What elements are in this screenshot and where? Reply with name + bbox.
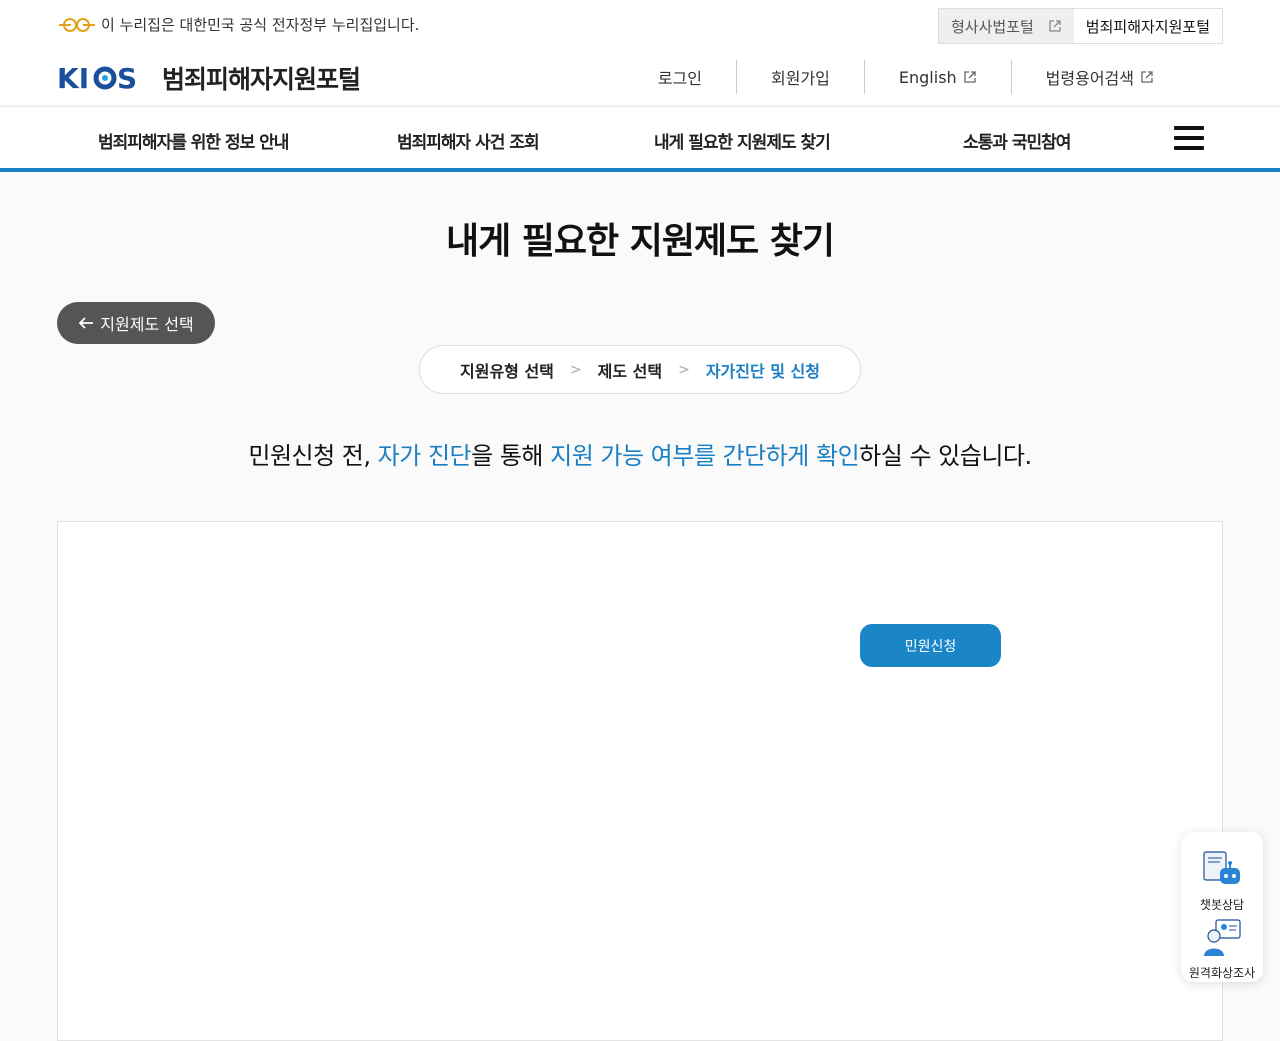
gov-notice: 이 누리집은 대한민국 공식 전자정부 누리집입니다. — [57, 14, 419, 35]
portal-links: 형사사법포털 범죄피해자지원포털 — [937, 8, 1223, 44]
english-link[interactable]: English — [863, 60, 1011, 94]
english-label: English — [898, 67, 957, 87]
back-to-support-select-button[interactable]: 지원제도 선택 — [57, 302, 215, 344]
lead-text: 민원신청 전, 자가 진단을 통해 지원 가능 여부를 간단하게 확인하실 수 … — [0, 436, 1280, 471]
login-link[interactable]: 로그인 — [624, 60, 736, 94]
site-logo[interactable]: KI S 범죄피해자지원포털 — [57, 60, 361, 96]
step-indicator: 지원유형 선택 > 제도 선택 > 자가진단 및 신청 — [419, 345, 861, 394]
gnb-item-case-lookup[interactable]: 범죄피해자 사건 조회 — [397, 128, 540, 153]
quick-item-video-inquiry[interactable]: 원격화상조사 — [1181, 914, 1263, 981]
legal-term-search-link[interactable]: 법령용어검색 — [1010, 60, 1188, 94]
apply-civil-petition-button[interactable]: 민원신청 — [860, 624, 1001, 667]
external-link-icon — [964, 71, 976, 83]
external-link-icon — [1049, 20, 1061, 32]
utility-menu: 로그인 회원가입 English 법령용어검색 — [624, 60, 1188, 94]
svg-text:S: S — [117, 62, 137, 94]
step-self-diagnosis[interactable]: 자가진단 및 신청 — [706, 358, 820, 382]
legal-term-search-label: 법령용어검색 — [1045, 69, 1134, 88]
gnb-item-victim-info[interactable]: 범죄피해자를 위한 정보 안내 — [98, 128, 289, 153]
back-button-label: 지원제도 선택 — [100, 315, 194, 334]
global-navigation: 범죄피해자를 위한 정보 안내 범죄피해자 사건 조회 내게 필요한 지원제도 … — [0, 108, 1280, 172]
chevron-right-icon: > — [569, 361, 582, 378]
self-diagnosis-panel — [57, 521, 1223, 1041]
lead-highlight: 지원 가능 여부를 간단하게 확인 — [550, 442, 860, 470]
lead-part: 민원신청 전, — [248, 442, 378, 470]
gnb-item-communication[interactable]: 소통과 국민참여 — [963, 128, 1071, 153]
chatbot-icon — [1203, 851, 1240, 884]
svg-text:KI: KI — [57, 62, 89, 94]
quick-label: 원격화상조사 — [1188, 966, 1256, 980]
portal-link-criminal-justice[interactable]: 형사사법포털 — [938, 9, 1074, 43]
page-title: 내게 필요한 지원제도 찾기 — [446, 221, 835, 262]
lead-part: 을 통해 — [471, 442, 551, 470]
logo-text: 범죄피해자지원포털 — [162, 65, 361, 94]
signup-link[interactable]: 회원가입 — [736, 60, 864, 94]
quick-label: 챗봇상담 — [1199, 898, 1245, 912]
site-header: KI S 범죄피해자지원포털 로그인 회원가입 English 법령용어검색 — [0, 50, 1280, 107]
egov-logo-icon — [59, 17, 95, 32]
external-link-icon — [1141, 71, 1153, 83]
portal-link-victim-support[interactable]: 범죄피해자지원포털 — [1073, 9, 1222, 43]
video-call-icon — [1204, 919, 1241, 956]
kics-logo-icon: KI S — [57, 62, 137, 94]
quick-item-chatbot[interactable]: 챗봇상담 — [1181, 850, 1263, 913]
portal-link-label: 범죄피해자지원포털 — [1085, 17, 1210, 36]
lead-part: 하실 수 있습니다. — [859, 442, 1032, 470]
lead-highlight: 자가 진단 — [377, 442, 472, 470]
menu-icon[interactable] — [1174, 126, 1204, 152]
quick-menu: 챗봇상담 원격화상조사 — [1181, 832, 1263, 982]
step-support-type[interactable]: 지원유형 선택 — [460, 358, 554, 382]
portal-link-label: 형사사법포털 — [950, 17, 1034, 36]
arrow-left-icon — [79, 317, 94, 329]
chevron-right-icon: > — [678, 361, 690, 378]
login-label: 로그인 — [657, 69, 702, 88]
signup-label: 회원가입 — [771, 69, 830, 88]
gov-notice-text: 이 누리집은 대한민국 공식 전자정부 누리집입니다. — [101, 16, 420, 34]
gov-topbar: 이 누리집은 대한민국 공식 전자정부 누리집입니다. 형사사법포털 범죄피해자… — [0, 0, 1280, 50]
step-program-select[interactable]: 제도 선택 — [598, 358, 662, 382]
gnb-item-find-support[interactable]: 내게 필요한 지원제도 찾기 — [654, 128, 831, 153]
